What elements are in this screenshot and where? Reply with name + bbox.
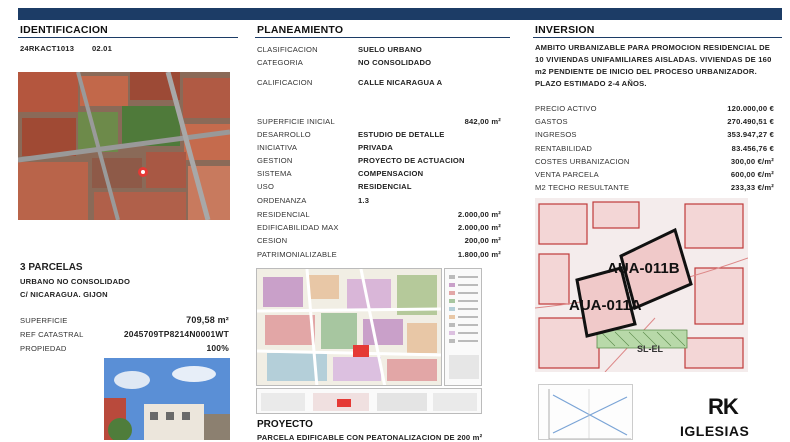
street-address: C/ NICARAGUA. GIJON — [20, 290, 108, 299]
clasificacion-label: CLASIFICACION — [257, 45, 318, 54]
section-identificacion-title: IDENTIFICACION — [20, 24, 108, 36]
uso-label: USO — [257, 182, 275, 191]
superficie-inicial-label: SUPERFICIE INICIAL — [257, 117, 335, 126]
calificacion-label: CALIFICACION — [257, 78, 313, 87]
cashflow-chart-thumbnail — [538, 384, 633, 440]
iniciativa-label: INICIATIVA — [257, 143, 298, 152]
planning-map — [256, 268, 442, 386]
cesion-value: 200,00 m² — [464, 236, 501, 245]
parcel-map: AUA-011B AUA-011A SL-EL — [535, 198, 748, 372]
cesion-label: CESION — [257, 236, 288, 245]
venta-value: 600,00 €/m² — [730, 170, 774, 179]
reference-number: 02.01 — [92, 44, 113, 53]
header-bar — [18, 8, 782, 20]
ownership-value: 100% — [206, 343, 229, 353]
classification-text: URBANO NO CONSOLIDADO — [20, 277, 131, 286]
sistema-label: SISTEMA — [257, 169, 292, 178]
patrimonializable-value: 1.800,00 m² — [457, 250, 501, 259]
ingresos-value: 353.947,27 € — [727, 130, 774, 139]
ordenanza-label: ORDENANZA — [257, 196, 307, 205]
sistema-value: COMPENSACION — [358, 169, 424, 178]
precio-activo-value: 120.000,00 € — [727, 104, 774, 113]
street-photo — [104, 358, 230, 440]
venta-label: VENTA PARCELA — [535, 170, 599, 179]
clasificacion-value: SUELO URBANO — [358, 45, 422, 54]
divider — [255, 37, 510, 38]
investment-desc-line-2: 10 VIVIENDAS UNIFAMILIARES AISLADAS. VIV… — [535, 55, 772, 64]
map-label-aua-011b: AUA-011B — [607, 260, 680, 277]
investment-desc-line-1: AMBITO URBANIZABLE PARA PROMOCION RESIDE… — [535, 43, 771, 52]
rentabilidad-value: 83.456,76 € — [731, 144, 774, 153]
costes-label: COSTES URBANIZACION — [535, 157, 630, 166]
edificabilidad-value: 2.000,00 m² — [457, 223, 501, 232]
desarrollo-label: DESARROLLO — [257, 130, 311, 139]
proyecto-text: PARCELA EDIFICABLE CON PEATONALIZACION D… — [257, 433, 483, 442]
brand-logo: RK — [708, 394, 739, 419]
gestion-value: PROYECTO DE ACTUACION — [358, 156, 465, 165]
map-label-sl-el: SL-EL — [637, 344, 663, 354]
map-label-aua-011a: AUA-011A — [569, 297, 642, 314]
investment-desc-line-4: PLAZO ESTIMADO 2-4 AÑOS. — [535, 79, 647, 88]
m2-techo-value: 233,33 €/m² — [730, 183, 774, 192]
brand-name: IGLESIAS — [680, 423, 750, 439]
residencial-label: RESIDENCIAL — [257, 210, 310, 219]
calificacion-value: CALLE NICARAGUA A — [358, 78, 443, 87]
rentabilidad-label: RENTABILIDAD — [535, 144, 593, 153]
planning-legend — [444, 268, 482, 386]
aerial-photo — [18, 72, 230, 220]
section-inversion-title: INVERSION — [535, 24, 595, 36]
categoria-label: CATEGORIA — [257, 58, 303, 67]
cadastral-label: REF CATASTRAL — [20, 330, 84, 339]
categoria-value: NO CONSOLIDADO — [358, 58, 432, 67]
divider — [533, 37, 782, 38]
reference-code: 24RKACT1013 — [20, 44, 75, 53]
gastos-value: 270.490,51 € — [727, 117, 774, 126]
planning-strip — [256, 388, 482, 414]
surface-label: SUPERFICIE — [20, 316, 68, 325]
ownership-label: PROPIEDAD — [20, 344, 67, 353]
gestion-label: GESTION — [257, 156, 293, 165]
proyecto-title: PROYECTO — [257, 419, 313, 430]
divider — [18, 37, 238, 38]
residencial-value: 2.000,00 m² — [457, 210, 501, 219]
investment-desc-line-3: m2 PENDIENTE DE INICIO DEL PROCESO URBAN… — [535, 67, 757, 76]
precio-activo-label: PRECIO ACTIVO — [535, 104, 597, 113]
desarrollo-value: ESTUDIO DE DETALLE — [358, 130, 445, 139]
iniciativa-value: PRIVADA — [358, 143, 394, 152]
ingresos-label: INGRESOS — [535, 130, 577, 139]
superficie-inicial-value: 842,00 m² — [464, 117, 501, 126]
edificabilidad-label: EDIFICABILIDAD MAX — [257, 223, 339, 232]
parcels-title: 3 PARCELAS — [20, 262, 83, 273]
cadastral-value: 2045709TP8214N0001WT — [123, 329, 229, 339]
costes-value: 300,00 €/m² — [730, 157, 774, 166]
uso-value: RESIDENCIAL — [358, 182, 412, 191]
section-planeamiento-title: PLANEAMIENTO — [257, 24, 344, 36]
ordenanza-value: 1.3 — [358, 196, 370, 205]
m2-techo-label: M2 TECHO RESULTANTE — [535, 183, 630, 192]
patrimonializable-label: PATRIMONIALIZABLE — [257, 250, 337, 259]
gastos-label: GASTOS — [535, 117, 568, 126]
surface-value: 709,58 m² — [186, 315, 229, 325]
